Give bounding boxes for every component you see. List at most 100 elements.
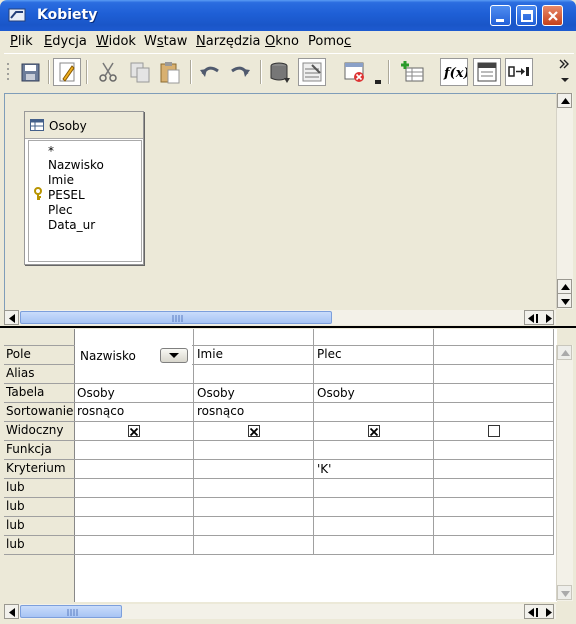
menu-pomoc[interactable]: Pomoc	[308, 34, 351, 49]
design-view-icon	[344, 62, 364, 82]
menu-edycja[interactable]: Edycja	[44, 34, 87, 49]
functions-button[interactable]: f(x)	[440, 58, 470, 86]
arrow-left-right-icon	[528, 314, 552, 323]
field-pesel[interactable]: PESEL	[48, 188, 85, 202]
edit-mode-button[interactable]	[53, 58, 81, 86]
cut-icon	[99, 62, 117, 82]
row-label-lub-4: lub	[6, 537, 25, 551]
run-query-button[interactable]	[266, 58, 294, 86]
table-name-button[interactable]	[473, 58, 501, 86]
clear-query-button[interactable]	[298, 58, 326, 86]
scroll-thumb[interactable]	[20, 311, 332, 324]
scroll-up-button[interactable]	[557, 93, 572, 108]
functions-icon: f(x)	[443, 66, 470, 81]
grid-vertical-scrollbar[interactable]	[556, 345, 573, 601]
scroll-right-button[interactable]	[524, 310, 554, 325]
row-label-tabela: Tabela	[6, 385, 45, 399]
menu-plik[interactable]: Plik	[10, 34, 33, 49]
arrow-left-right-icon	[528, 608, 552, 617]
cell-pole-col3[interactable]: Plec	[317, 347, 342, 361]
menu-okno[interactable]: Okno	[265, 34, 299, 49]
row-label-pole: Pole	[6, 347, 31, 361]
scroll-down-button[interactable]	[557, 293, 572, 308]
row-label-lub-2: lub	[6, 499, 25, 513]
pane-splitter[interactable]	[0, 326, 576, 328]
toolbar: f(x)	[4, 53, 574, 90]
add-table-button[interactable]	[399, 58, 427, 86]
undo-icon	[200, 66, 219, 77]
field-plec[interactable]: Plec	[48, 203, 73, 217]
arrow-up-icon	[561, 98, 570, 104]
cell-sortowanie-col1[interactable]: rosnąco	[77, 404, 124, 418]
redo-icon	[231, 66, 250, 77]
cell-sortowanie-col2[interactable]: rosnąco	[197, 404, 244, 418]
field-imie[interactable]: Imie	[48, 173, 74, 187]
grid-horizontal-scrollbar[interactable]	[4, 604, 556, 619]
grid-scroll-right-button[interactable]	[524, 604, 554, 619]
scroll-up-alt-button[interactable]	[557, 279, 572, 294]
row-label-lub-1: lub	[6, 480, 25, 494]
toolbar-dropdown-icon[interactable]	[374, 74, 383, 84]
checkmark-icon	[129, 427, 139, 437]
add-table-icon	[401, 61, 424, 82]
cell-pole-col1[interactable]: Nazwisko	[80, 349, 136, 363]
save-button[interactable]	[16, 58, 44, 86]
grid-scroll-left-button[interactable]	[4, 604, 19, 619]
paste-button[interactable]	[156, 58, 184, 86]
svg-text:f(x): f(x)	[443, 66, 467, 81]
cell-kryterium-col3[interactable]: 'K'	[317, 462, 331, 476]
run-query-icon	[270, 62, 290, 83]
grip-icon	[172, 315, 183, 322]
grid-scroll-down-button[interactable]	[557, 585, 572, 600]
toolbar-overflow-icon[interactable]	[558, 58, 570, 72]
minimize-icon	[496, 19, 504, 22]
menu-wstaw[interactable]: Wstaw	[144, 34, 187, 49]
minimize-button[interactable]	[490, 5, 511, 26]
design-horizontal-scrollbar[interactable]	[4, 310, 556, 325]
maximize-icon	[521, 10, 533, 22]
arrow-down-icon	[561, 299, 570, 305]
grid-scroll-up-button[interactable]	[557, 345, 572, 360]
copy-button[interactable]	[126, 58, 154, 86]
close-icon	[548, 11, 558, 21]
arrow-left-icon	[9, 608, 15, 617]
cell-tabela-col1[interactable]: Osoby	[77, 386, 115, 400]
cut-button[interactable]	[94, 58, 122, 86]
redo-button[interactable]	[226, 58, 254, 86]
visible-checkbox-col2[interactable]	[248, 425, 260, 437]
undo-button[interactable]	[196, 58, 224, 86]
query-design-window: Kobiety Plik Edycja Widok Wstaw Narzędzi…	[0, 0, 576, 624]
table-window-header[interactable]: Osoby	[25, 112, 143, 139]
design-view-button[interactable]	[341, 58, 369, 86]
visible-checkbox-col3[interactable]	[368, 425, 380, 437]
checkmark-icon	[369, 427, 379, 437]
field-data-ur[interactable]: Data_ur	[48, 218, 95, 232]
menu-bar: Plik Edycja Widok Wstaw Narzędzia Okno P…	[0, 31, 576, 52]
primary-key-icon	[34, 187, 42, 200]
grip-icon	[67, 609, 78, 616]
title-bar[interactable]: Kobiety	[0, 0, 576, 31]
row-label-lub-3: lub	[6, 518, 25, 532]
visible-checkbox-col4[interactable]	[488, 425, 500, 437]
field-nazwisko[interactable]: Nazwisko	[48, 158, 104, 172]
design-vertical-scrollbar[interactable]	[556, 93, 573, 309]
toolbar-overflow-down-icon[interactable]	[560, 76, 570, 84]
alias-button[interactable]	[505, 58, 533, 86]
cell-tabela-col2[interactable]: Osoby	[197, 386, 235, 400]
field-all[interactable]: *	[48, 144, 54, 158]
window-title: Kobiety	[37, 7, 98, 23]
cell-tabela-col3[interactable]: Osoby	[317, 386, 355, 400]
visible-checkbox-col1[interactable]	[128, 425, 140, 437]
menu-widok[interactable]: Widok	[96, 34, 136, 49]
close-button[interactable]	[542, 5, 563, 26]
checkmark-icon	[249, 427, 259, 437]
menu-narzedzia[interactable]: Narzędzia	[196, 34, 261, 49]
cell-pole-col2[interactable]: Imie	[197, 347, 223, 361]
field-dropdown-button[interactable]	[160, 348, 188, 363]
grid-scroll-thumb[interactable]	[20, 605, 122, 618]
row-label-funkcja: Funkcja	[6, 442, 52, 456]
maximize-button[interactable]	[516, 5, 537, 26]
table-window-osoby[interactable]: Osoby * Nazwisko Imie PESEL Plec Data_ur	[24, 111, 144, 265]
scroll-left-button[interactable]	[4, 310, 19, 325]
field-list: * Nazwisko Imie PESEL Plec Data_ur	[28, 140, 142, 262]
